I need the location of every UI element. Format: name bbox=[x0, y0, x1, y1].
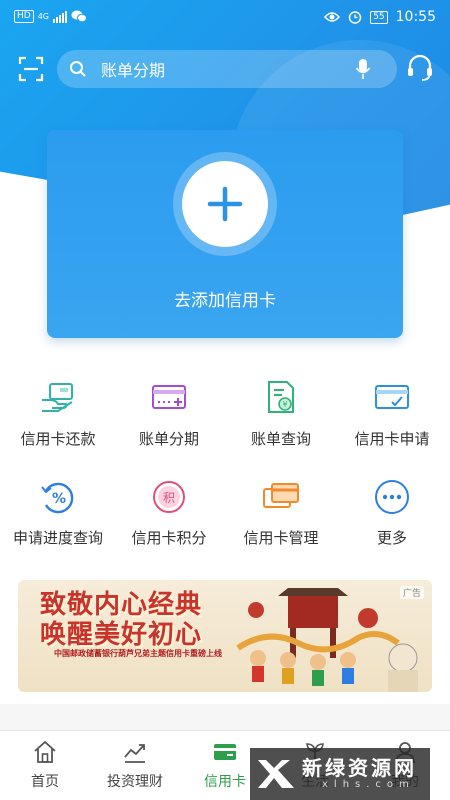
search-bar[interactable]: 账单分期 bbox=[57, 50, 397, 88]
svg-text:%: % bbox=[52, 491, 66, 507]
promo-banner[interactable]: 致敬内心经典 唤醒美好初心 中国邮政储蓄银行葫芦兄弟主题信用卡重磅上线 广告 bbox=[18, 580, 432, 692]
section-divider bbox=[0, 704, 450, 730]
func-label: 信用卡管理 bbox=[243, 529, 319, 547]
svg-text:积: 积 bbox=[163, 491, 175, 505]
func-label: 申请进度查询 bbox=[12, 529, 103, 547]
plus-icon bbox=[207, 186, 243, 222]
add-card-button[interactable] bbox=[182, 161, 268, 247]
func-label: 账单查询 bbox=[250, 430, 311, 448]
card-manage-icon bbox=[263, 483, 299, 508]
banner-subtitle: 中国邮政储蓄银行葫芦兄弟主题信用卡重磅上线 bbox=[54, 649, 222, 658]
site-watermark: 新绿资源网 xlhs.com bbox=[250, 748, 430, 800]
card-repay-icon bbox=[42, 383, 73, 412]
eye-icon bbox=[324, 12, 341, 22]
points-icon: 积 bbox=[153, 481, 185, 513]
signal-icon bbox=[53, 10, 67, 23]
func-points[interactable]: 积 信用卡积分 bbox=[113, 477, 225, 548]
func-progress-query[interactable]: % 申请进度查询 bbox=[2, 477, 114, 548]
func-bill-installment[interactable]: 账单分期 bbox=[113, 378, 225, 449]
func-label: 信用卡积分 bbox=[131, 529, 207, 547]
status-bar: HD 4G 55 10:55 bbox=[0, 0, 450, 36]
credit-card-icon bbox=[214, 744, 236, 760]
network-type: 4G bbox=[37, 12, 49, 21]
watermark-sub: xlhs.com bbox=[322, 779, 415, 790]
func-label: 账单分期 bbox=[138, 430, 199, 448]
func-card-repay[interactable]: 信用卡还款 bbox=[2, 378, 114, 449]
nav-invest[interactable]: 投资理财 bbox=[90, 739, 180, 791]
wechat-icon bbox=[71, 10, 87, 23]
banner-title-line2: 唤醒美好初心 bbox=[40, 620, 203, 650]
svg-text:¥: ¥ bbox=[282, 400, 287, 409]
hd-indicator: HD bbox=[14, 10, 34, 23]
headset-icon[interactable] bbox=[406, 54, 434, 82]
clock: 10:55 bbox=[395, 9, 436, 25]
func-label: 信用卡还款 bbox=[20, 430, 96, 448]
scan-icon[interactable] bbox=[18, 56, 44, 82]
add-card-panel[interactable]: 去添加信用卡 bbox=[47, 130, 403, 338]
home-icon bbox=[34, 740, 56, 763]
search-icon bbox=[70, 61, 86, 77]
mic-icon[interactable] bbox=[355, 58, 371, 80]
bill-query-icon: ¥ bbox=[268, 381, 294, 413]
nav-home[interactable]: 首页 bbox=[0, 739, 90, 791]
func-card-apply[interactable]: 信用卡申请 bbox=[336, 378, 448, 449]
invest-icon bbox=[124, 744, 145, 763]
bill-installment-icon bbox=[152, 385, 186, 409]
nav-label: 首页 bbox=[31, 774, 59, 790]
nav-label: 投资理财 bbox=[107, 774, 163, 790]
search-input[interactable]: 账单分期 bbox=[101, 57, 355, 81]
battery-indicator: 55 bbox=[370, 10, 388, 24]
func-card-manage[interactable]: 信用卡管理 bbox=[225, 477, 337, 548]
banner-illustration bbox=[236, 588, 418, 692]
alarm-icon bbox=[348, 11, 362, 24]
ad-tag: 广告 bbox=[399, 586, 424, 599]
func-label: 更多 bbox=[376, 529, 407, 547]
watermark-logo bbox=[258, 760, 294, 788]
func-label: 信用卡申请 bbox=[354, 430, 430, 448]
card-apply-icon bbox=[375, 385, 409, 409]
watermark-text: 新绿资源网 bbox=[302, 756, 417, 780]
more-icon bbox=[375, 480, 409, 514]
func-more[interactable]: 更多 bbox=[336, 477, 448, 548]
progress-query-icon: % bbox=[41, 482, 74, 514]
func-bill-query[interactable]: ¥ 账单查询 bbox=[225, 378, 337, 449]
add-card-label: 去添加信用卡 bbox=[174, 291, 276, 311]
